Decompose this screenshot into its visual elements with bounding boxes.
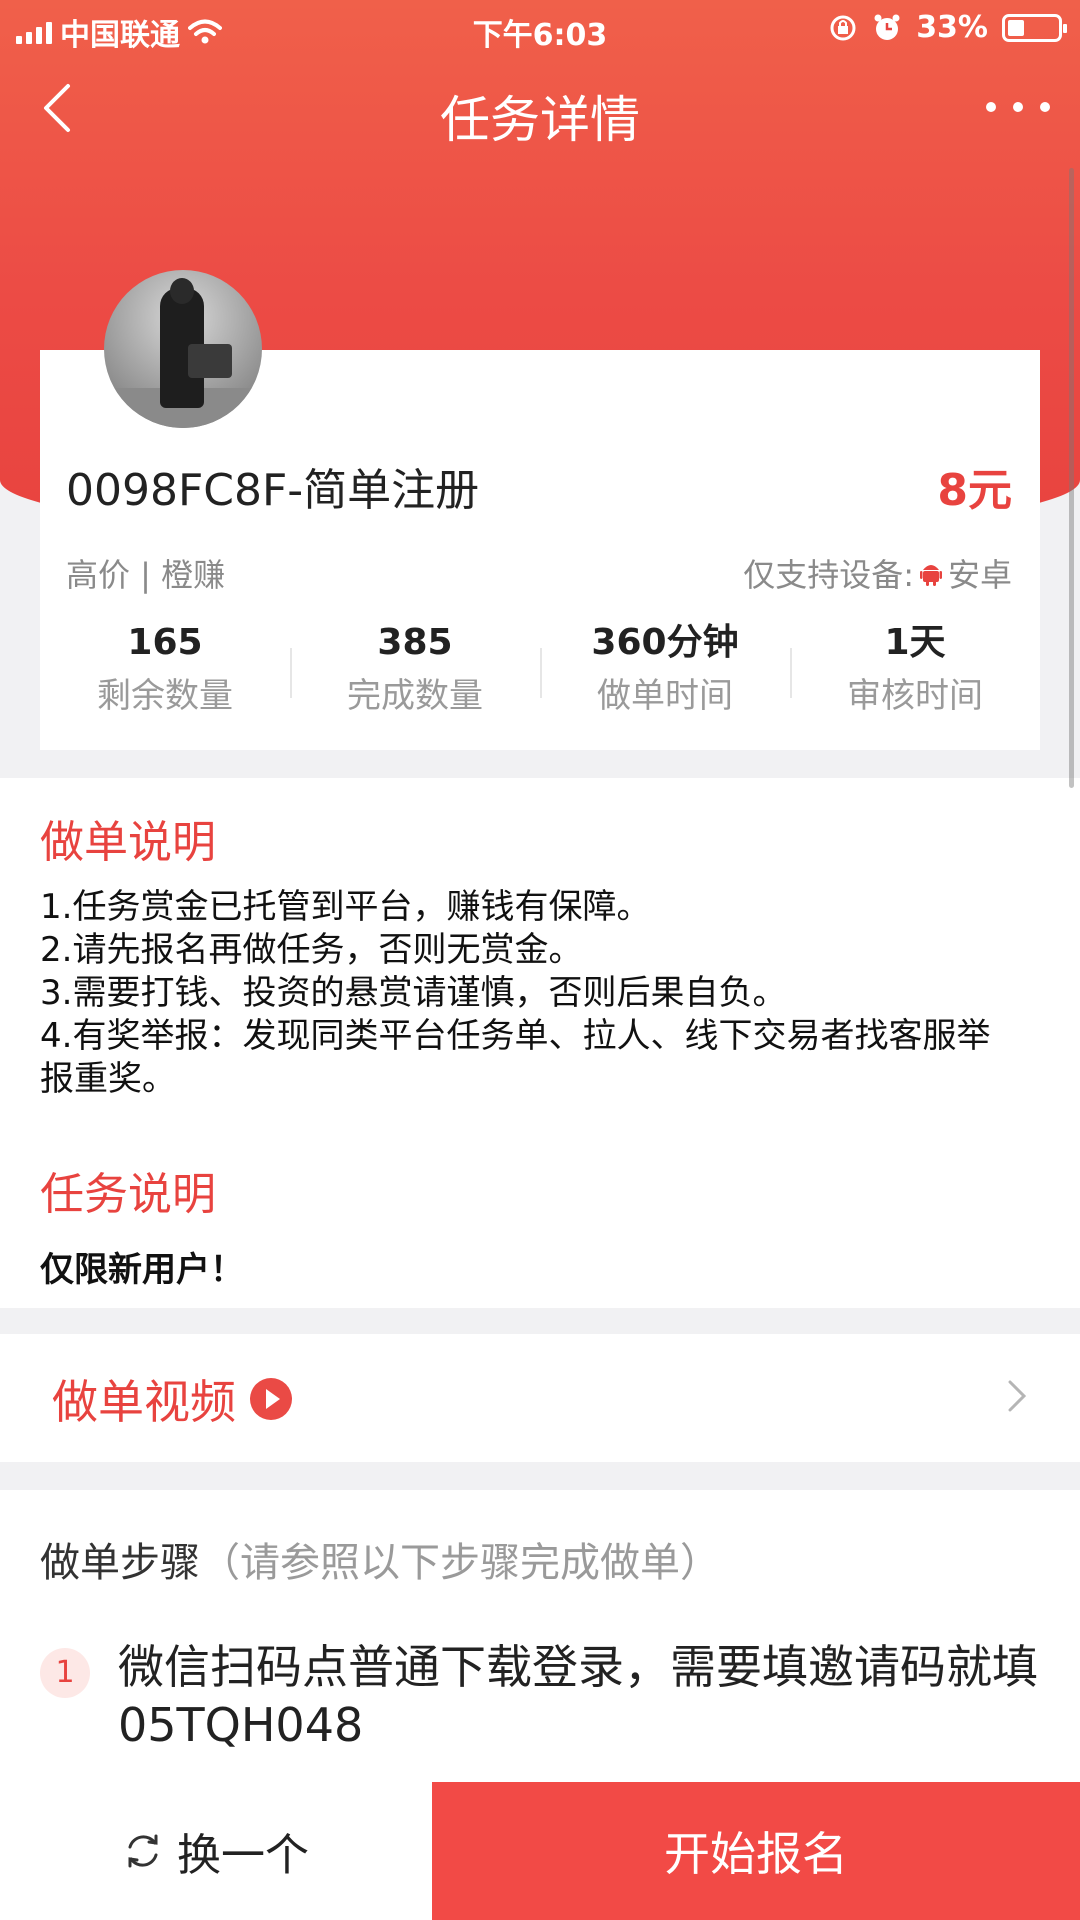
task-tags: 高价 | 橙赚: [66, 556, 226, 594]
stat-label: 做单时间: [597, 676, 733, 716]
bottom-action-bar: 换一个 开始报名: [0, 1782, 1080, 1920]
stat-value: 360分钟: [591, 622, 739, 663]
refresh-icon: [128, 1834, 158, 1868]
stat-completed: 385 完成数量: [290, 618, 540, 728]
instructions-heading: 做单说明: [40, 817, 216, 868]
stat-value: 1天: [884, 622, 946, 663]
start-signup-button[interactable]: 开始报名: [432, 1782, 1080, 1920]
instructions-section: 做单说明 1.任务赏金已托管到平台，赚钱有保障。 2.请先报名再做任务，否则无赏…: [0, 778, 1080, 1308]
task-note-heading: 任务说明: [40, 1169, 216, 1220]
task-note: 仅限新用户！: [40, 1250, 244, 1290]
step-number: 1: [40, 1648, 90, 1698]
rule-item: 1.任务赏金已托管到平台，赚钱有保障。: [40, 887, 651, 927]
android-icon: [919, 565, 942, 586]
page-title: 任务详情: [440, 91, 640, 149]
device-name: 安卓: [947, 556, 1012, 594]
rule-item: 4.有奖举报：发现同类平台任务单、拉人、线下交易者找客服举报重奖。: [40, 1016, 991, 1099]
nav-bar: 任务详情: [0, 54, 1080, 164]
play-icon: [250, 1378, 292, 1420]
status-right: 33%: [828, 10, 1067, 45]
video-label-group: 做单视频: [52, 1366, 292, 1432]
stat-value: 385: [377, 622, 453, 663]
stat-duration: 360分钟 做单时间: [540, 618, 790, 728]
video-row[interactable]: 做单视频: [0, 1334, 1080, 1462]
scrollbar[interactable]: [1069, 168, 1074, 788]
device-support: 仅支持设备: 安卓: [743, 550, 1012, 596]
stat-label: 审核时间: [847, 676, 983, 716]
stat-label: 剩余数量: [97, 676, 233, 716]
task-price: 8元: [937, 465, 1012, 516]
steps-heading: 做单步骤（请参照以下步骤完成做单）: [40, 1530, 720, 1588]
avatar: [104, 270, 262, 428]
battery-percent: 33%: [916, 10, 988, 45]
stat-value: 165: [127, 622, 203, 663]
steps-title: 做单步骤: [40, 1540, 200, 1586]
steps-section: 做单步骤（请参照以下步骤完成做单） 1 微信扫码点普通下载登录，需要填邀请码就填…: [0, 1490, 1080, 1830]
rule-item: 3.需要打钱、投资的悬赏请谨慎，否则后果自负。: [40, 973, 787, 1013]
rule-item: 2.请先报名再做任务，否则无赏金。: [40, 930, 583, 970]
more-options-icon[interactable]: [986, 82, 1050, 132]
rotation-lock-icon: [830, 15, 856, 40]
stat-review: 1天 审核时间: [790, 618, 1040, 728]
rules-list: 1.任务赏金已托管到平台，赚钱有保障。 2.请先报名再做任务，否则无赏金。 3.…: [40, 886, 1020, 1101]
step-text: 微信扫码点普通下载登录，需要填邀请码就填05TQH048: [118, 1640, 1038, 1752]
battery-icon: [1002, 13, 1067, 42]
steps-hint: （请参照以下步骤完成做单）: [200, 1540, 720, 1586]
stat-remaining: 165 剩余数量: [40, 618, 290, 728]
chevron-right-icon: [1008, 1380, 1027, 1412]
swap-label: 换一个: [177, 1830, 309, 1881]
task-title: 0098FC8F-简单注册: [66, 465, 480, 516]
video-label: 做单视频: [52, 1375, 236, 1429]
device-label: 仅支持设备:: [743, 556, 914, 594]
alarm-icon: [874, 14, 900, 40]
stat-label: 完成数量: [347, 676, 483, 716]
status-bar: 中国联通 下午6:03 33%: [0, 0, 1080, 54]
task-stats: 165 剩余数量 385 完成数量 360分钟 做单时间 1天 审核时间: [40, 618, 1040, 728]
swap-button[interactable]: 换一个: [0, 1782, 432, 1920]
